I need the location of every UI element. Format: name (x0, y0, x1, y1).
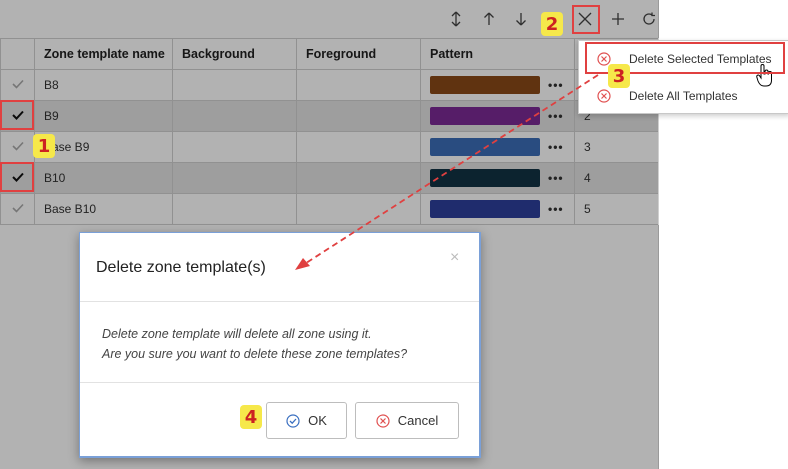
step-badge: 4 (240, 405, 262, 429)
highlight-box (0, 100, 34, 130)
step-badge: 3 (608, 64, 630, 88)
step-badge: 2 (541, 12, 563, 36)
highlight-box (0, 162, 34, 192)
menu-item-label: Delete All Templates (629, 89, 738, 103)
dialog-outline (79, 232, 480, 457)
step-badge: 1 (33, 134, 55, 158)
delete-circle-icon (597, 89, 611, 103)
highlight-box (572, 5, 600, 34)
